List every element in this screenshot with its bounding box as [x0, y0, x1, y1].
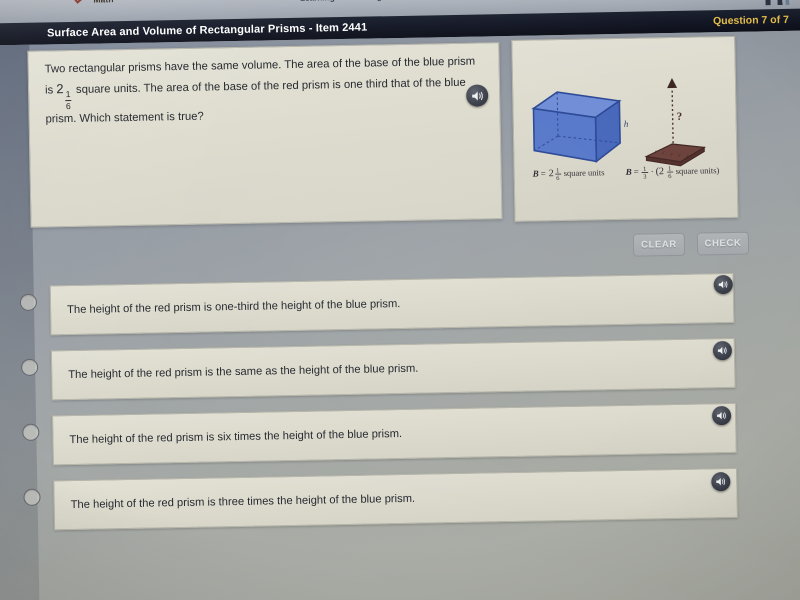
fraction: 1 6: [64, 89, 72, 111]
question-counter: Question 7 of 7: [712, 13, 789, 28]
svg-text:·: ·: [651, 166, 654, 176]
answer-option-4[interactable]: The height of the red prism is three tim…: [53, 467, 739, 531]
diagram-panel: h B = 2 1 6 square units ? B = 1 3 · (2 …: [511, 35, 739, 222]
svg-text:6: 6: [556, 175, 560, 182]
clear-button[interactable]: CLEAR: [632, 232, 686, 257]
svg-text:(2: (2: [656, 166, 665, 177]
nav-item-label-2: Learning: [300, 0, 335, 3]
prism-diagram: h B = 2 1 6 square units ? B = 1 3 · (2 …: [531, 77, 720, 182]
answer-radio-3[interactable]: [22, 423, 40, 441]
blue-prism-height-label: h: [624, 119, 629, 129]
red-prism-caption: B = 1 3 · (2 1 6 square units): [625, 165, 720, 180]
answer-radio-2[interactable]: [20, 358, 39, 376]
blue-prism-figure: [531, 91, 622, 164]
content-area: Two rectangular prisms have the same vol…: [0, 30, 800, 600]
page-title: Surface Area and Volume of Rectangular P…: [46, 21, 368, 40]
answer-option-label: The height of the red prism is one-third…: [66, 297, 401, 316]
blue-prism-caption: B = 2 1 6 square units: [532, 167, 605, 182]
tilted-screen-content: Math Pre-Quiz Guided Learning Problem So…: [0, 0, 800, 600]
svg-text:square units): square units): [676, 165, 720, 176]
action-button-group: CLEAR CHECK: [632, 231, 750, 257]
check-button[interactable]: CHECK: [696, 231, 750, 256]
svg-text:=: =: [634, 167, 639, 177]
unknown-height-label: ?: [677, 111, 683, 123]
math-logo: Math: [72, 0, 114, 6]
svg-text:3: 3: [643, 173, 646, 180]
nav-item-label-2: Solving: [351, 0, 384, 2]
answer-option-3[interactable]: The height of the red prism is six times…: [52, 402, 737, 466]
arrowhead-icon: [667, 77, 678, 89]
answer-radio-1[interactable]: [19, 293, 38, 311]
answer-option-label: The height of the red prism is six times…: [69, 427, 403, 446]
svg-text:1: 1: [556, 168, 559, 175]
answer-option-1[interactable]: The height of the red prism is one-third…: [49, 272, 735, 336]
question-line-2-suffix: square units. The area of the base of th…: [75, 76, 466, 96]
answer-radio-4[interactable]: [23, 488, 41, 506]
question-panel: Two rectangular prisms have the same vol…: [27, 42, 503, 228]
svg-text:1: 1: [643, 166, 646, 173]
nav-item-list: Pre-Quiz Guided Learning Problem Solving…: [250, 0, 526, 4]
svg-text:2: 2: [549, 168, 554, 179]
answer-option-label: The height of the red prism is three tim…: [70, 492, 416, 511]
mixed-number: 2 1 6: [56, 81, 76, 111]
question-line-2-prefix: is: [44, 84, 54, 97]
fraction-denominator: 6: [65, 100, 71, 111]
fraction-numerator: 1: [65, 89, 71, 100]
checkmark-logo-icon: [72, 0, 90, 6]
question-text: Two rectangular prisms have the same vol…: [45, 52, 490, 129]
svg-text:=: =: [541, 168, 546, 178]
math-logo-label: Math: [93, 0, 113, 5]
svg-text:6: 6: [668, 173, 672, 180]
svg-text:square units: square units: [564, 167, 605, 178]
nav-item-problem-solving[interactable]: Problem Solving: [350, 0, 383, 2]
screen-photo: Math Pre-Quiz Guided Learning Problem So…: [0, 0, 800, 600]
svg-text:B: B: [625, 167, 632, 177]
red-prism-figure: [644, 77, 707, 167]
svg-text:1: 1: [668, 166, 671, 173]
svg-text:B: B: [532, 168, 539, 178]
unknown-height-line: [671, 85, 674, 150]
nav-item-guided-learning[interactable]: Guided Learning: [300, 0, 335, 3]
mixed-whole: 2: [56, 81, 64, 97]
answer-option-2[interactable]: The height of the red prism is the same …: [50, 337, 736, 401]
answer-option-label: The height of the red prism is the same …: [68, 362, 419, 381]
